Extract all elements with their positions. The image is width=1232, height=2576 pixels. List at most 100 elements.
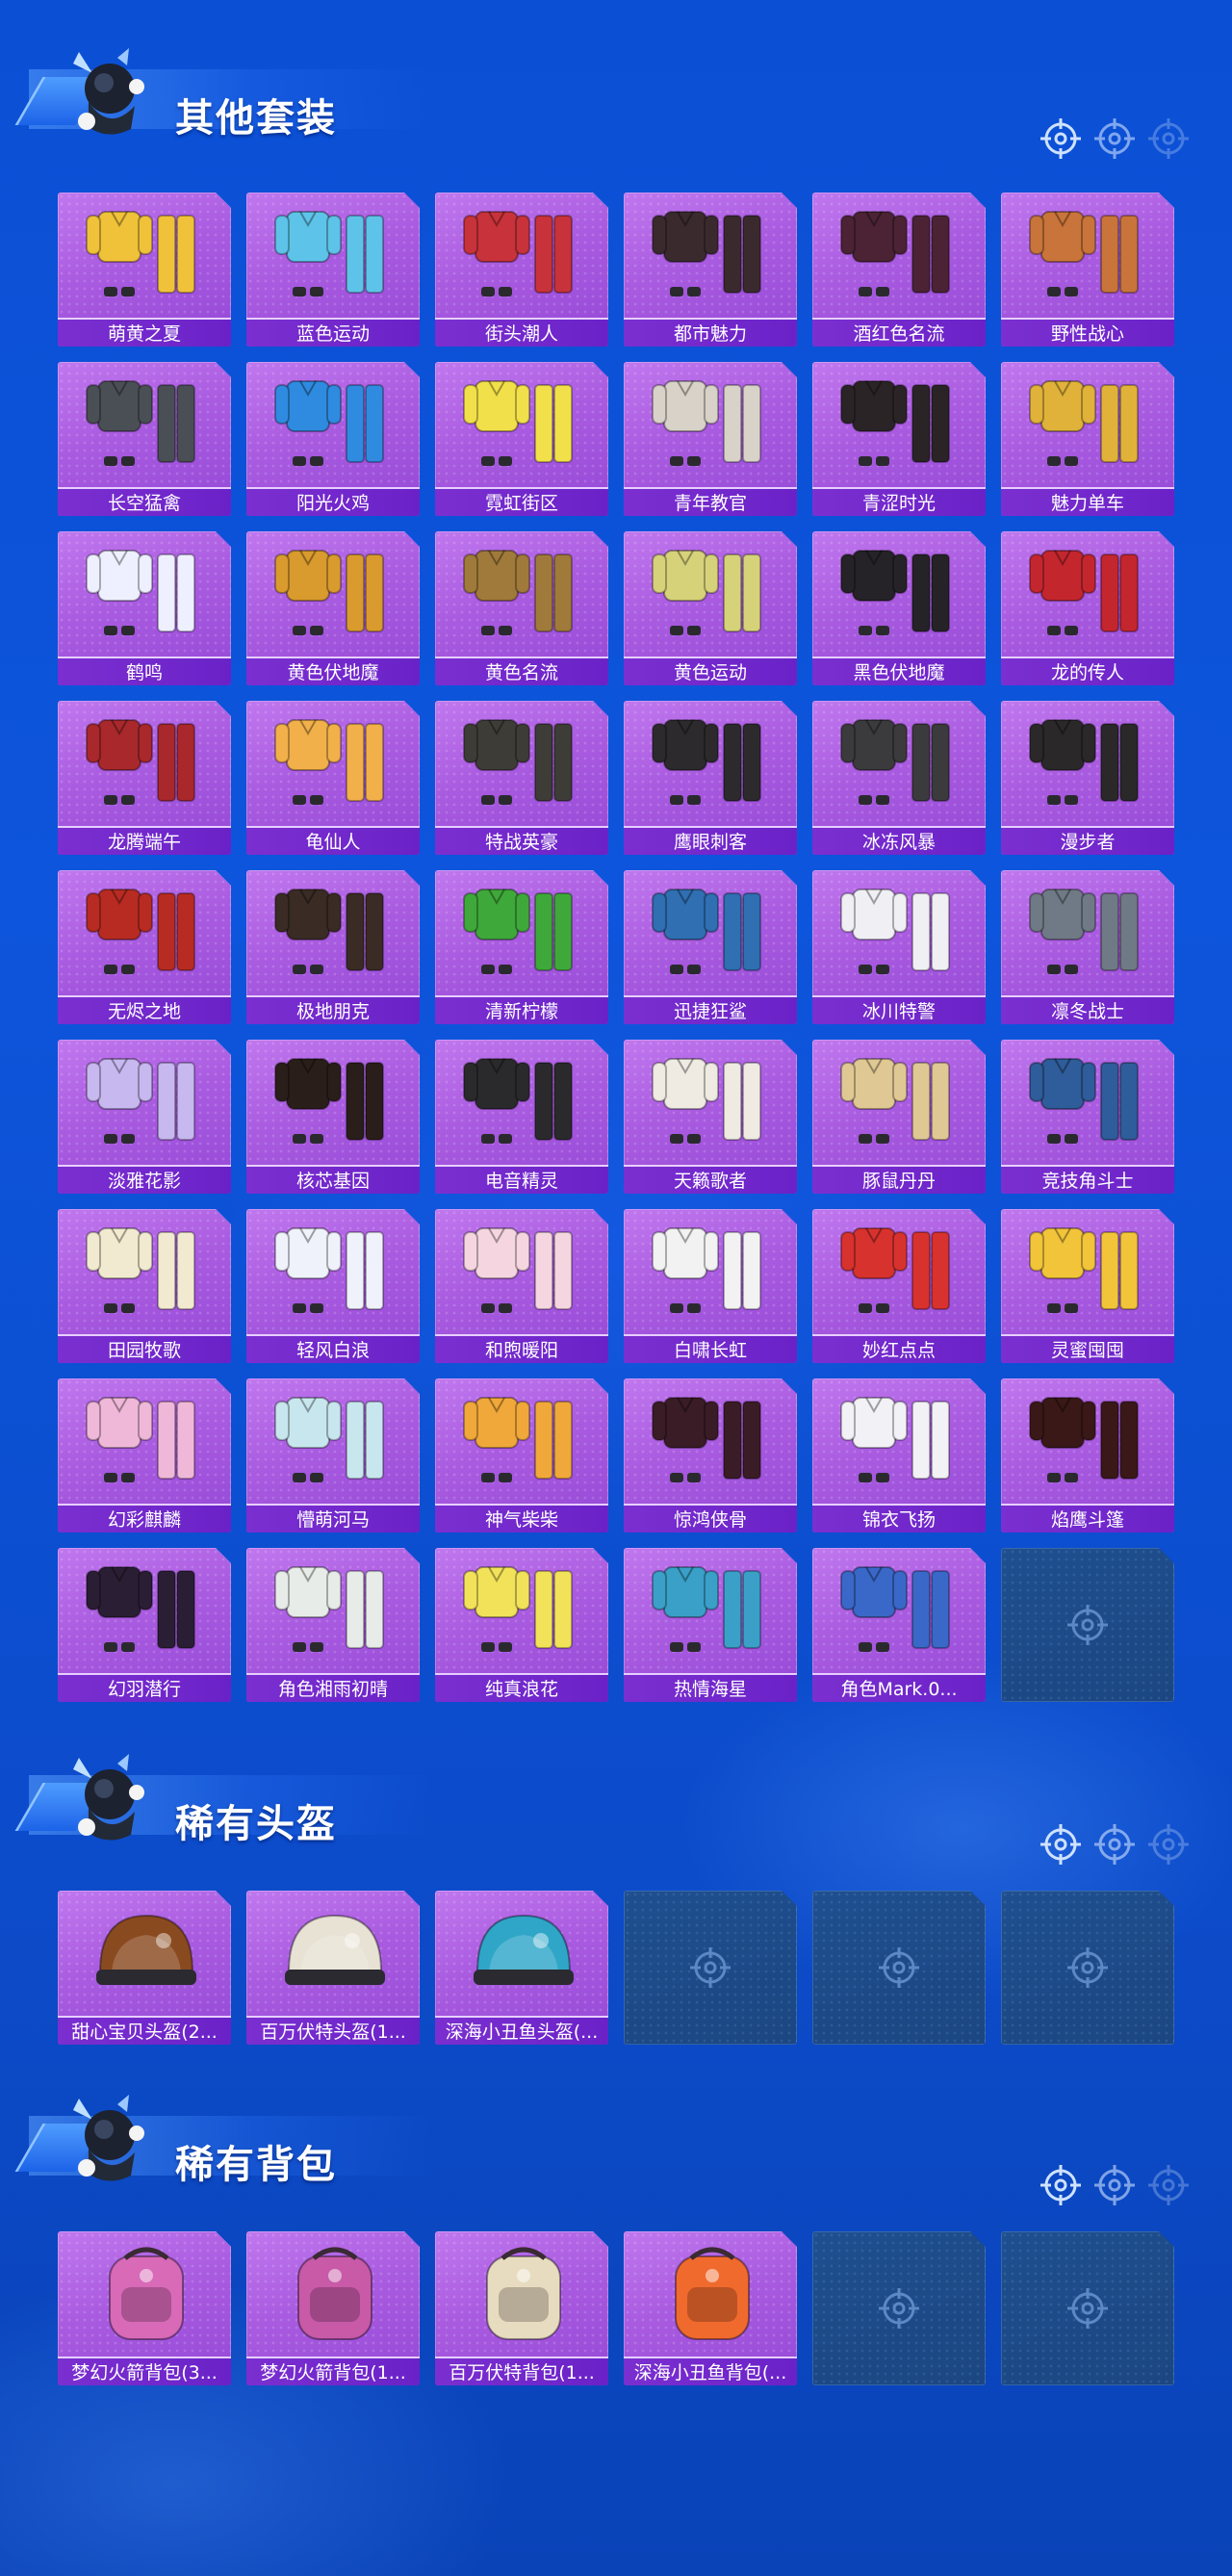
outfit-name: 漫步者	[1001, 826, 1174, 855]
outfit-card[interactable]: 蓝色运动	[246, 193, 420, 347]
outfit-name: 豚鼠丹丹	[812, 1165, 986, 1194]
outfit-name: 黑色伏地魔	[812, 657, 986, 685]
outfit-card[interactable]: 热情海星	[624, 1548, 797, 1702]
outfit-card[interactable]: 黄色名流	[435, 531, 608, 685]
outfit-card[interactable]: 特战英豪	[435, 701, 608, 855]
outfit-card[interactable]: 核芯基因	[246, 1040, 420, 1194]
outfit-card[interactable]: 冰川特警	[812, 870, 986, 1024]
outfit-card[interactable]: 清新柠檬	[435, 870, 608, 1024]
outfit-image	[435, 707, 608, 822]
outfit-card[interactable]: 极地朋克	[246, 870, 420, 1024]
crosshair-icon	[1040, 118, 1081, 159]
outfit-card[interactable]: 竞技角斗士	[1001, 1040, 1174, 1194]
outfit-name: 黄色伏地魔	[246, 657, 420, 685]
outfit-card[interactable]: 黄色运动	[624, 531, 797, 685]
crosshair-icon	[1066, 2287, 1109, 2330]
outfit-card[interactable]: 野性战心	[1001, 193, 1174, 347]
outfit-card[interactable]: 迅捷狂鲨	[624, 870, 797, 1024]
outfit-image	[1001, 1045, 1174, 1161]
outfit-card[interactable]: 轻风白浪	[246, 1209, 420, 1363]
outfit-name: 蓝色运动	[246, 318, 420, 347]
outfit-image	[1001, 707, 1174, 822]
outfit-image	[246, 537, 420, 653]
outfit-card[interactable]: 龙腾端午	[58, 701, 231, 855]
outfit-card[interactable]: 无烬之地	[58, 870, 231, 1024]
backpack-card[interactable]: 百万伏特背包(1...	[435, 2231, 608, 2385]
outfit-card[interactable]: 妙红点点	[812, 1209, 986, 1363]
outfit-card[interactable]: 和煦暖阳	[435, 1209, 608, 1363]
outfit-name: 懵萌河马	[246, 1504, 420, 1533]
outfit-name: 青涩时光	[812, 487, 986, 516]
outfit-card[interactable]: 灵蜜囤囤	[1001, 1209, 1174, 1363]
outfit-card[interactable]: 鹰眼刺客	[624, 701, 797, 855]
outfit-card[interactable]: 萌黄之夏	[58, 193, 231, 347]
outfit-card[interactable]: 青年教官	[624, 362, 797, 516]
outfit-card[interactable]: 霓虹街区	[435, 362, 608, 516]
backpack-name: 梦幻火箭背包(1...	[246, 2357, 420, 2385]
helmet-card[interactable]: 甜心宝贝头盔(2...	[58, 1891, 231, 2045]
helmet-card[interactable]: 百万伏特头盔(1...	[246, 1891, 420, 2045]
outfit-image	[624, 1045, 797, 1161]
outfit-name: 冰川特警	[812, 995, 986, 1024]
crosshair-icon	[689, 1946, 732, 1989]
outfit-image	[812, 198, 986, 314]
outfit-card[interactable]: 神气柴柴	[435, 1378, 608, 1533]
outfit-card[interactable]: 角色湘雨初晴	[246, 1548, 420, 1702]
outfit-card[interactable]: 懵萌河马	[246, 1378, 420, 1533]
outfit-name: 无烬之地	[58, 995, 231, 1024]
backpack-card[interactable]: 梦幻火箭背包(1...	[246, 2231, 420, 2385]
outfit-image	[435, 1045, 608, 1161]
outfit-card[interactable]: 街头潮人	[435, 193, 608, 347]
section-rare-helmets: 稀有头盔 甜心宝贝头盔(2... 百万伏特头盔(1... 深海小丑鱼头盔(...	[0, 1744, 1232, 1858]
outfit-image	[624, 198, 797, 314]
outfit-image	[1001, 368, 1174, 483]
outfit-card[interactable]: 魅力单车	[1001, 362, 1174, 516]
outfit-card[interactable]: 幻彩麒麟	[58, 1378, 231, 1533]
outfit-card[interactable]: 淡雅花影	[58, 1040, 231, 1194]
outfit-image	[58, 876, 231, 992]
section-decoration	[1040, 1823, 1194, 1866]
helmet-card[interactable]: 深海小丑鱼头盔(...	[435, 1891, 608, 2045]
outfit-card[interactable]: 黑色伏地魔	[812, 531, 986, 685]
outfit-card[interactable]: 龟仙人	[246, 701, 420, 855]
outfit-card[interactable]: 凛冬战士	[1001, 870, 1174, 1024]
outfit-image	[435, 1384, 608, 1500]
outfit-card[interactable]: 纯真浪花	[435, 1548, 608, 1702]
outfit-card[interactable]: 黄色伏地魔	[246, 531, 420, 685]
outfit-card[interactable]: 焰鹰斗篷	[1001, 1378, 1174, 1533]
outfit-name: 萌黄之夏	[58, 318, 231, 347]
outfit-card[interactable]: 长空猛禽	[58, 362, 231, 516]
outfit-card[interactable]: 田园牧歌	[58, 1209, 231, 1363]
outfit-card[interactable]: 电音精灵	[435, 1040, 608, 1194]
outfit-card[interactable]: 酒红色名流	[812, 193, 986, 347]
backpack-card[interactable]: 深海小丑鱼背包(...	[624, 2231, 797, 2385]
backpack-card[interactable]: 梦幻火箭背包(3...	[58, 2231, 231, 2385]
outfit-card[interactable]: 幻羽潜行	[58, 1548, 231, 1702]
outfit-name: 街头潮人	[435, 318, 608, 347]
outfit-card[interactable]: 惊鸿侠骨	[624, 1378, 797, 1533]
crosshair-icon	[878, 1946, 920, 1989]
outfit-name: 神气柴柴	[435, 1504, 608, 1533]
outfit-card[interactable]: 角色Mark.0...	[812, 1548, 986, 1702]
outfit-image	[1001, 876, 1174, 992]
section-title: 稀有头盔	[175, 1802, 337, 1846]
outfit-card[interactable]: 天籁歌者	[624, 1040, 797, 1194]
outfit-card[interactable]: 鹤鸣	[58, 531, 231, 685]
outfit-card[interactable]: 豚鼠丹丹	[812, 1040, 986, 1194]
outfit-card[interactable]: 阳光火鸡	[246, 362, 420, 516]
crosshair-icon	[1148, 2165, 1189, 2205]
outfit-image	[812, 1384, 986, 1500]
outfit-card[interactable]: 龙的传人	[1001, 531, 1174, 685]
outfit-card[interactable]: 白啸长虹	[624, 1209, 797, 1363]
outfit-name: 鹤鸣	[58, 657, 231, 685]
outfit-name: 阳光火鸡	[246, 487, 420, 516]
outfit-card[interactable]: 冰冻风暴	[812, 701, 986, 855]
outfit-card[interactable]: 锦衣飞扬	[812, 1378, 986, 1533]
outfit-card[interactable]: 漫步者	[1001, 701, 1174, 855]
outfit-image	[624, 1384, 797, 1500]
crosshair-icon	[1040, 1824, 1081, 1865]
outfit-card[interactable]: 都市魅力	[624, 193, 797, 347]
outfit-name: 龙的传人	[1001, 657, 1174, 685]
outfit-card[interactable]: 青涩时光	[812, 362, 986, 516]
mascot-icon	[73, 48, 144, 135]
